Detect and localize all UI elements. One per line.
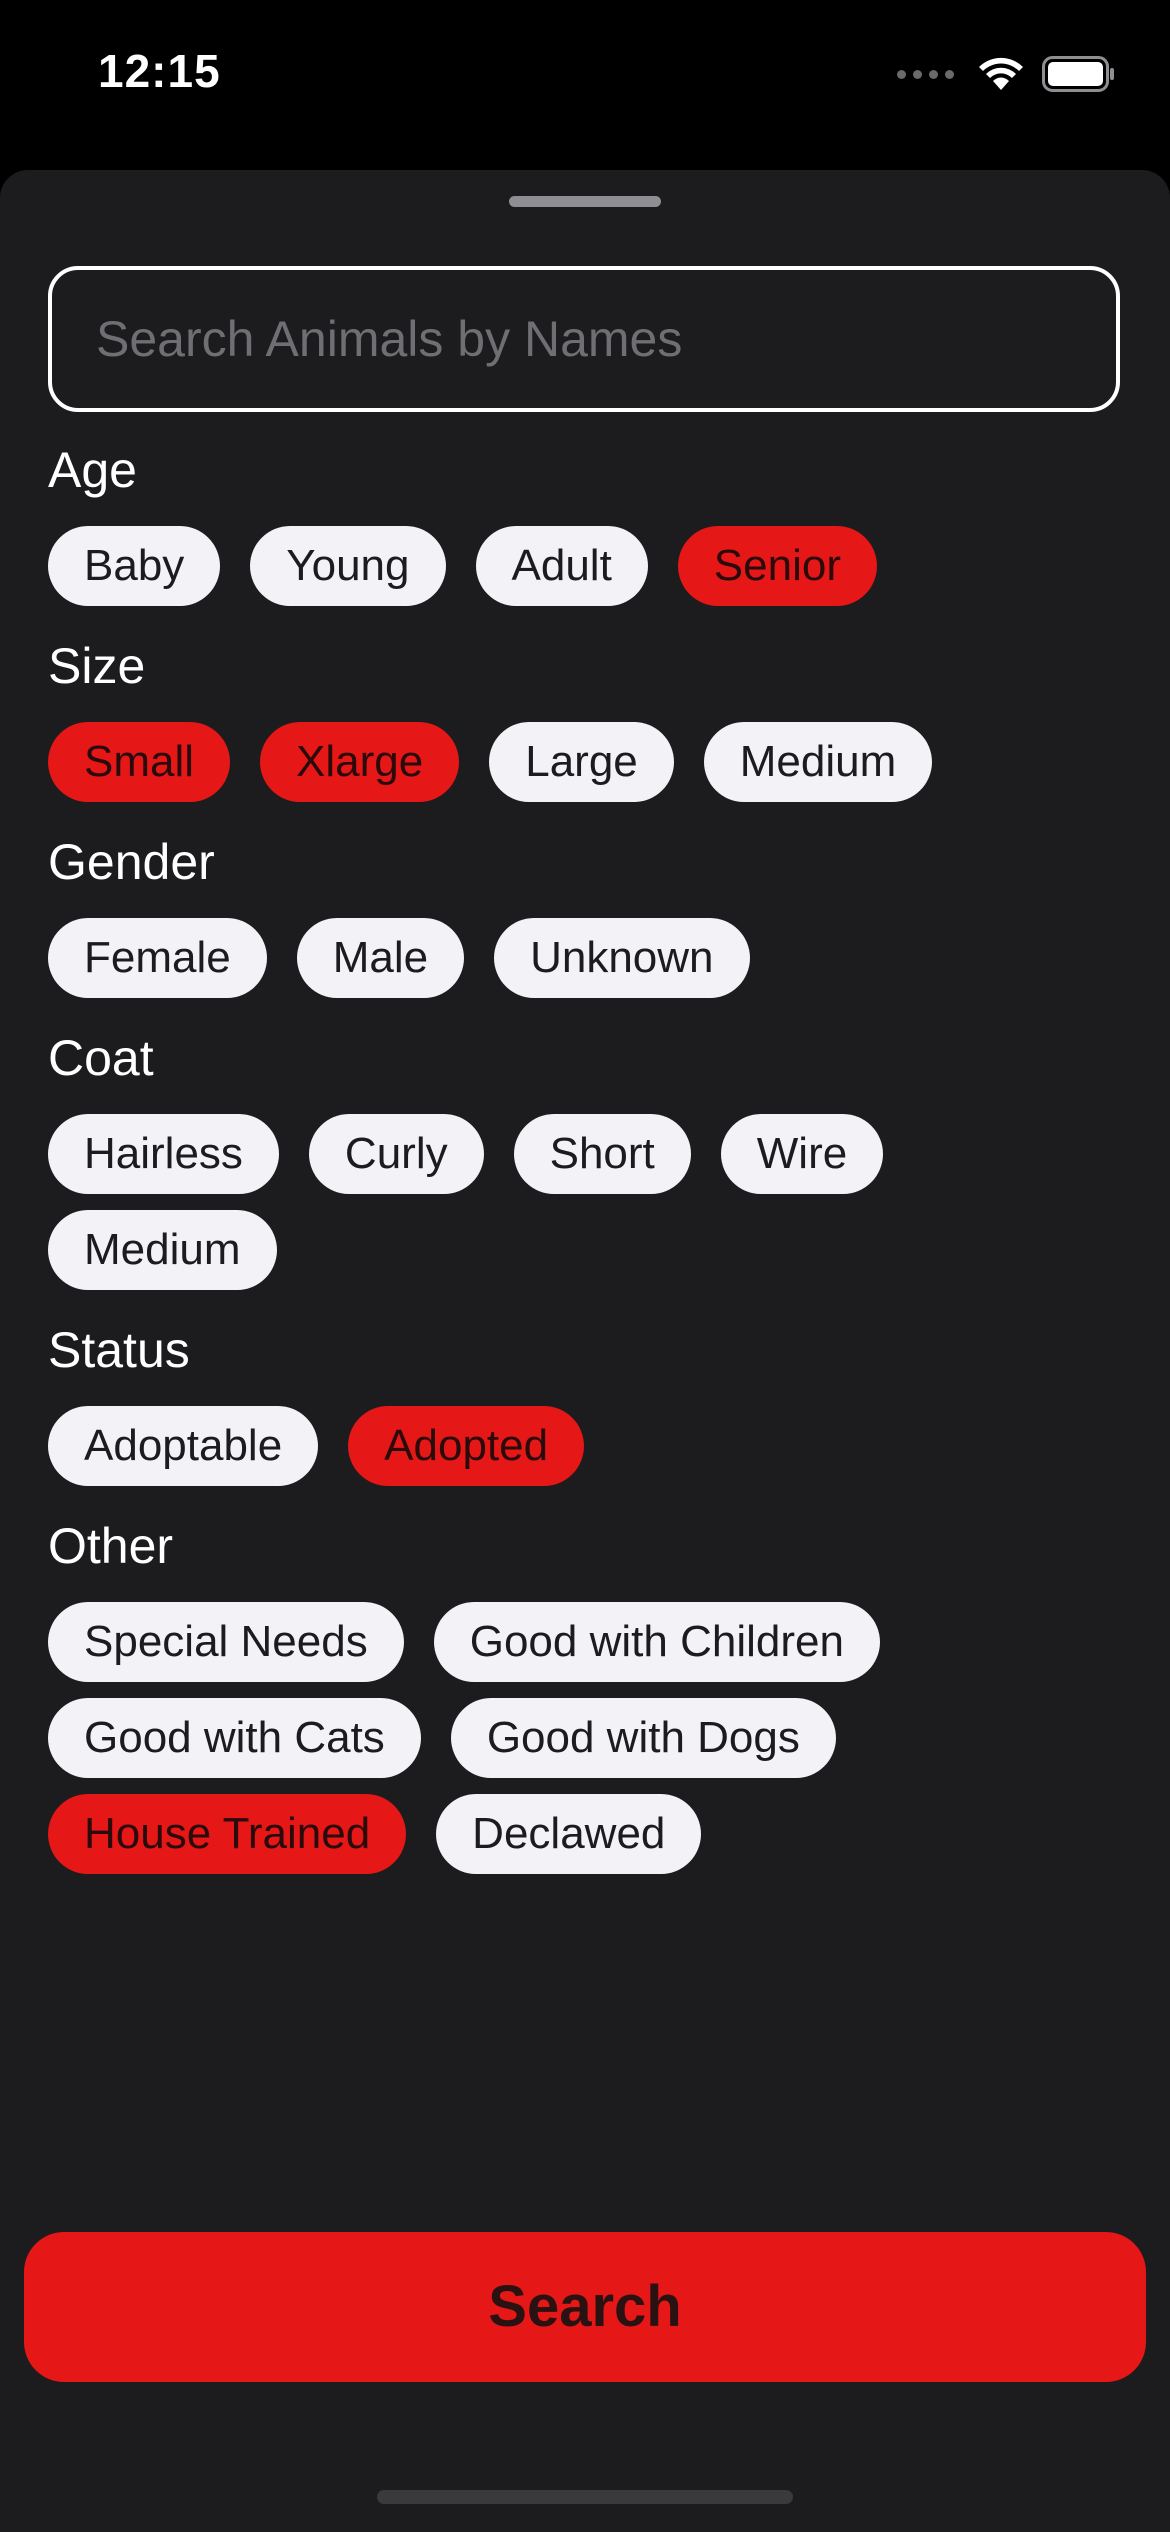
age-section-title: Age bbox=[48, 442, 137, 498]
chip-size-large[interactable]: Large bbox=[489, 722, 674, 802]
status-icons bbox=[897, 56, 1116, 92]
age-chips: Baby Young Adult Senior bbox=[48, 526, 1122, 606]
battery-icon bbox=[1042, 56, 1114, 92]
chip-age-adult[interactable]: Adult bbox=[475, 526, 648, 606]
chip-other-house-trained[interactable]: House Trained bbox=[48, 1794, 407, 1874]
gender-chips: Female Male Unknown bbox=[48, 918, 1122, 998]
chip-size-small[interactable]: Small bbox=[48, 722, 231, 802]
status-chips: Adoptable Adopted bbox=[48, 1406, 1122, 1486]
sheet-grabber-handle[interactable] bbox=[509, 196, 661, 207]
chip-coat-medium[interactable]: Medium bbox=[48, 1210, 277, 1290]
chip-other-declawed[interactable]: Declawed bbox=[436, 1794, 702, 1874]
coat-chips: Hairless Curly Short Wire Medium bbox=[48, 1114, 1122, 1290]
size-section-title: Size bbox=[48, 638, 146, 694]
gender-section-title: Gender bbox=[48, 834, 215, 890]
chip-age-baby[interactable]: Baby bbox=[48, 526, 221, 606]
chip-other-special-needs[interactable]: Special Needs bbox=[48, 1602, 404, 1682]
status-bar: 12:15 bbox=[0, 0, 1170, 150]
chip-status-adoptable[interactable]: Adoptable bbox=[48, 1406, 319, 1486]
chip-age-young[interactable]: Young bbox=[250, 526, 446, 606]
animal-name-search-input[interactable] bbox=[48, 266, 1120, 412]
filter-sheet: Age Baby Young Adult Senior Size Small X… bbox=[0, 170, 1170, 2532]
chip-other-good-with-children[interactable]: Good with Children bbox=[433, 1602, 880, 1682]
chip-size-medium[interactable]: Medium bbox=[703, 722, 933, 802]
home-indicator bbox=[377, 2490, 793, 2504]
search-button[interactable]: Search bbox=[24, 2232, 1146, 2382]
coat-section-title: Coat bbox=[48, 1030, 154, 1086]
chip-gender-male[interactable]: Male bbox=[296, 918, 465, 998]
size-chips: Small Xlarge Large Medium bbox=[48, 722, 1122, 802]
other-chips: Special Needs Good with Children Good wi… bbox=[48, 1602, 1122, 1874]
chip-coat-wire[interactable]: Wire bbox=[720, 1114, 884, 1194]
chip-age-senior[interactable]: Senior bbox=[677, 526, 877, 606]
chip-gender-female[interactable]: Female bbox=[48, 918, 267, 998]
status-section-title: Status bbox=[48, 1322, 190, 1378]
chip-status-adopted[interactable]: Adopted bbox=[348, 1406, 585, 1486]
chip-coat-curly[interactable]: Curly bbox=[308, 1114, 484, 1194]
status-time: 12:15 bbox=[98, 45, 221, 97]
chip-gender-unknown[interactable]: Unknown bbox=[494, 918, 750, 998]
cellular-signal-icon bbox=[897, 69, 954, 79]
chip-other-good-with-dogs[interactable]: Good with Dogs bbox=[450, 1698, 836, 1778]
chip-coat-short[interactable]: Short bbox=[513, 1114, 691, 1194]
chip-size-xlarge[interactable]: Xlarge bbox=[260, 722, 460, 802]
filter-content: Age Baby Young Adult Senior Size Small X… bbox=[48, 440, 1122, 1904]
chip-coat-hairless[interactable]: Hairless bbox=[48, 1114, 279, 1194]
wifi-icon bbox=[979, 57, 1023, 90]
other-section-title: Other bbox=[48, 1518, 174, 1574]
chip-other-good-with-cats[interactable]: Good with Cats bbox=[48, 1698, 421, 1778]
